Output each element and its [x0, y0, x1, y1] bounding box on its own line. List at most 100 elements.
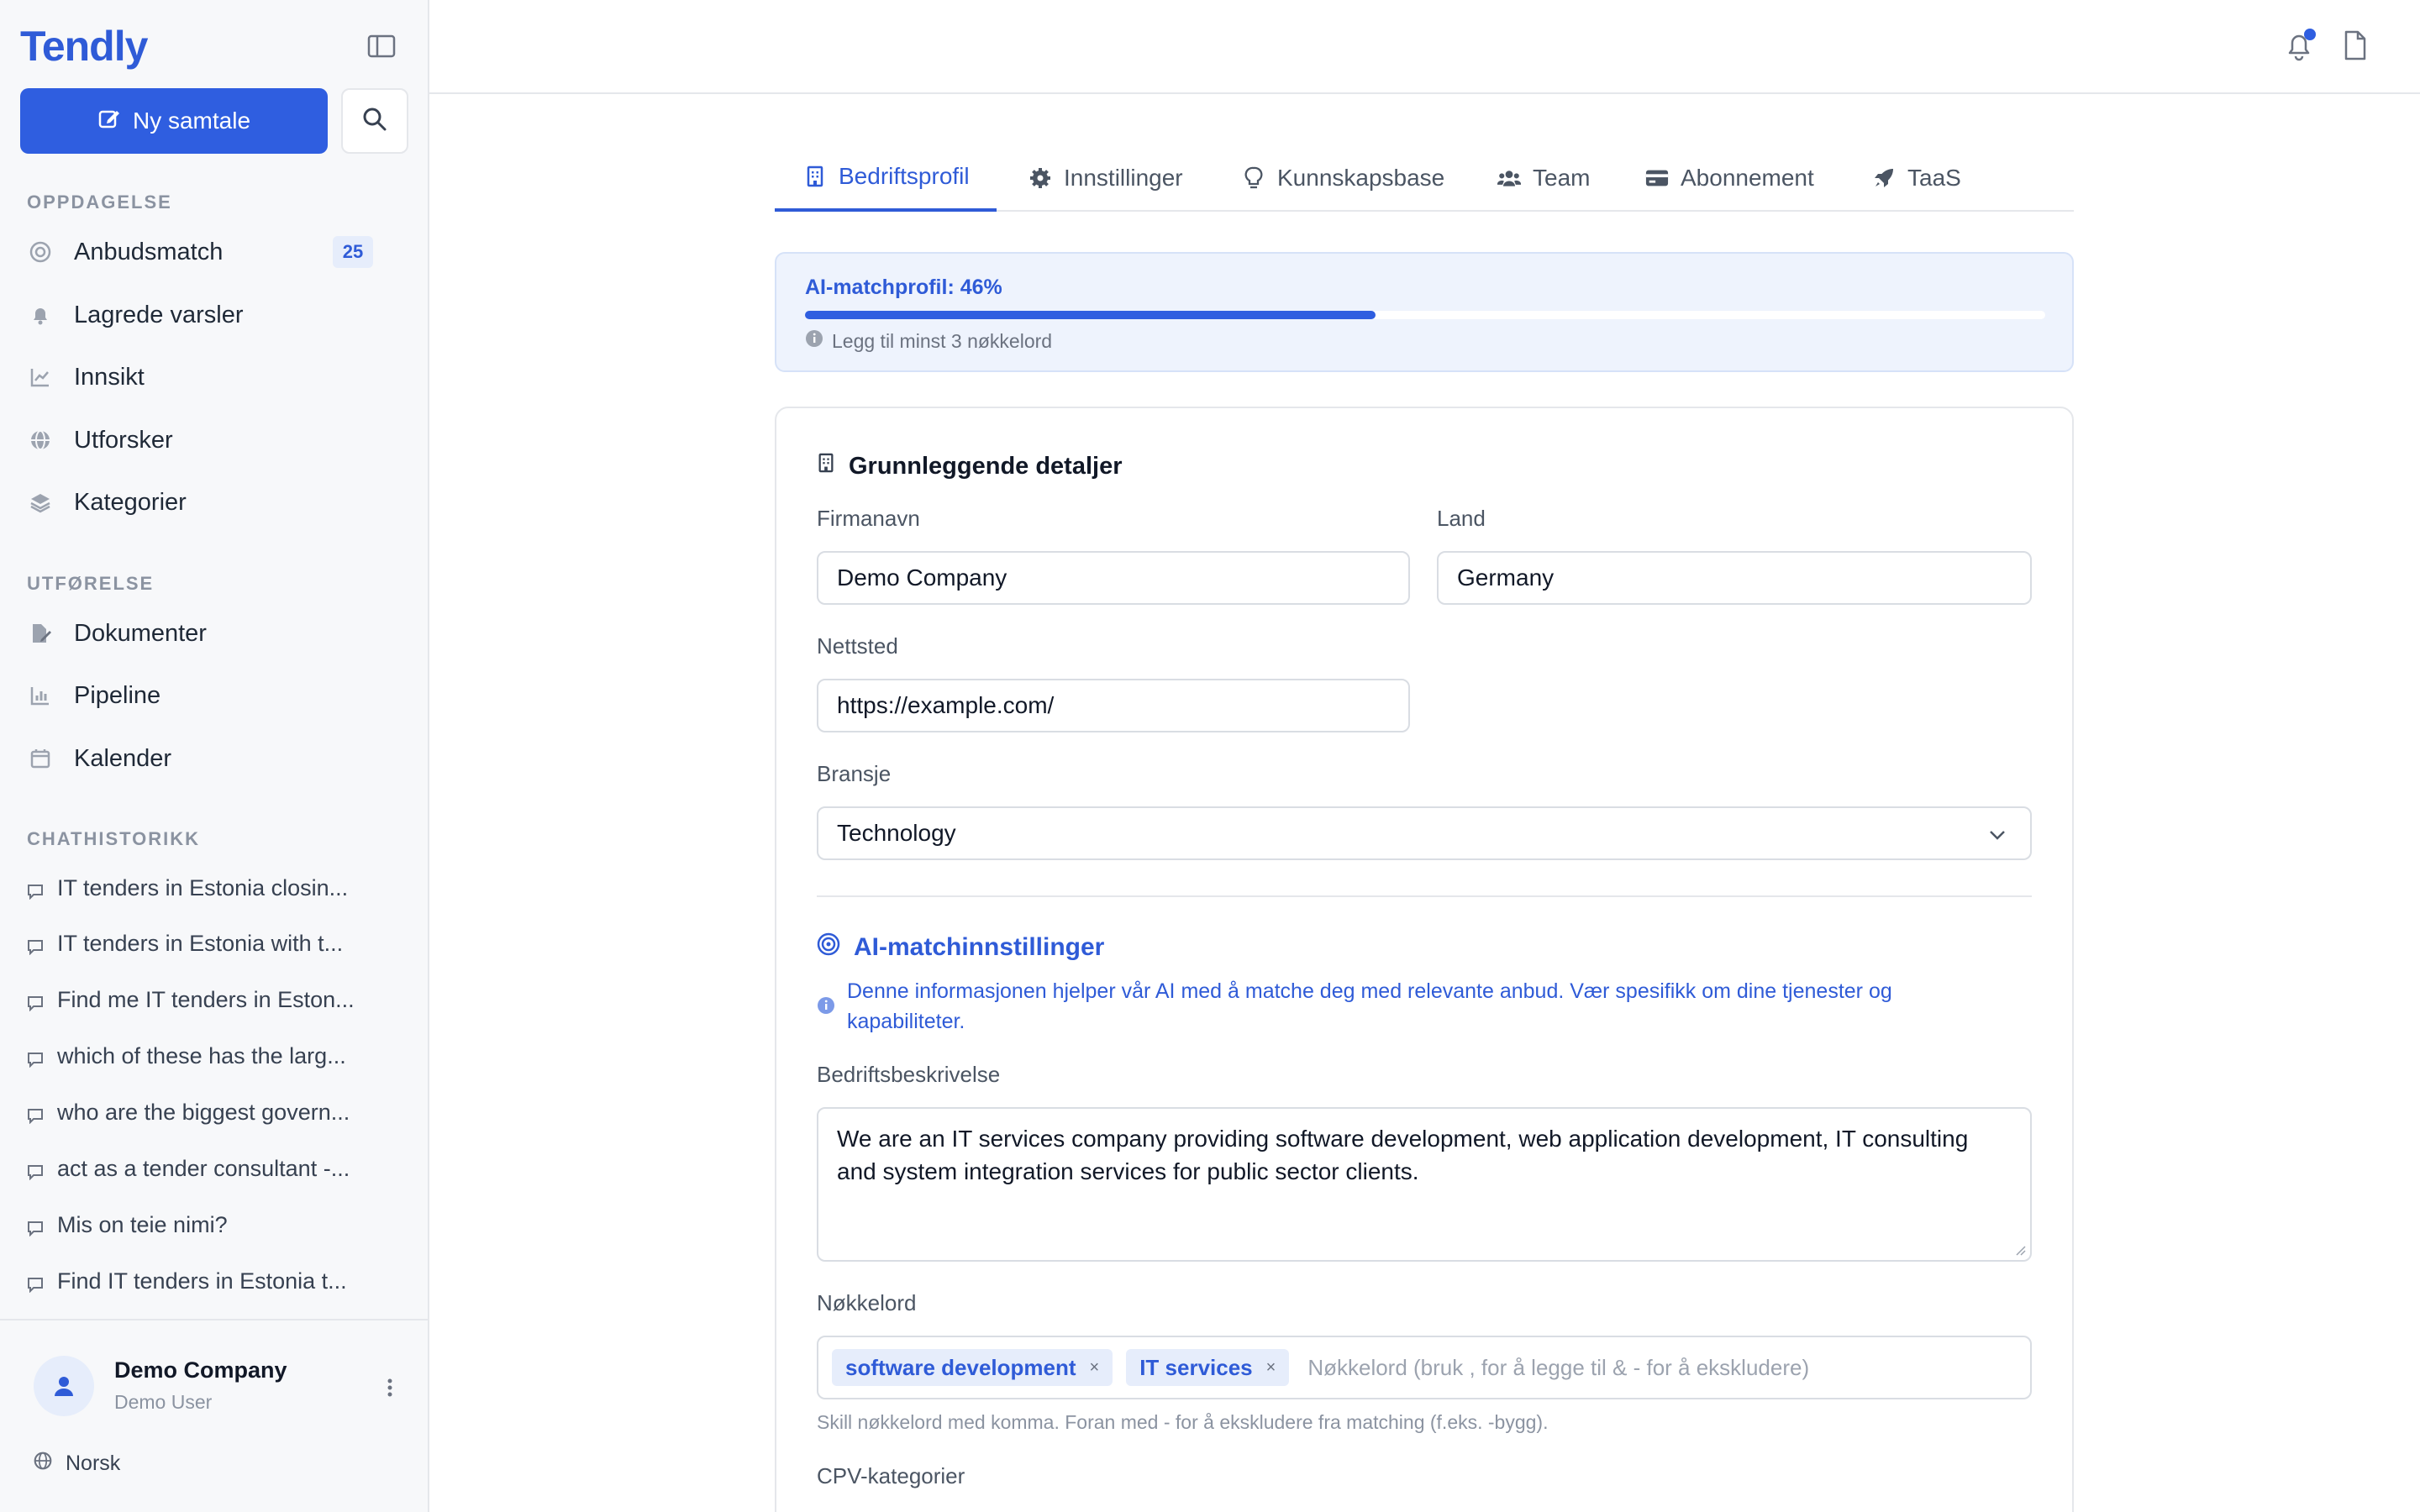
file-edit-icon: [27, 620, 54, 647]
sidebar-item-label: Dokumenter: [74, 619, 207, 647]
brand-logo[interactable]: Tendly: [20, 22, 148, 71]
message-icon: [27, 1104, 44, 1125]
chat-history-label: Find IT tenders in Estonia t...: [57, 1268, 347, 1294]
website-field[interactable]: https://example.com/: [817, 679, 1410, 732]
tab-label: TaaS: [1907, 165, 1961, 191]
keyword-chip: IT services ×: [1126, 1349, 1290, 1386]
keywords-label: Nøkkelord: [817, 1290, 917, 1315]
resize-handle-icon: [2016, 1246, 2026, 1256]
sidebar-item-dokumenter[interactable]: Dokumenter: [27, 610, 397, 657]
chat-history-item[interactable]: who are the biggest govern...: [27, 1091, 397, 1133]
calendar-icon: [27, 745, 54, 772]
ai-match-profile-panel: AI-matchprofil: 46% Legg til minst 3 nøk…: [775, 252, 2074, 372]
section-divider: [817, 895, 2032, 897]
chat-history-item[interactable]: Find me IT tenders in Eston...: [27, 979, 397, 1021]
sidebar-item-label: Anbudsmatch: [74, 238, 224, 265]
sidebar-item-label: Innsikt: [74, 363, 145, 391]
sidebar-item-innsikt[interactable]: Innsikt: [27, 354, 397, 401]
match-profile-hint-text: Legg til minst 3 nøkkelord: [832, 329, 1053, 352]
chat-history-item[interactable]: which of these has the larg...: [27, 1035, 397, 1077]
sidebar-item-label: Kalender: [74, 744, 172, 772]
bar-chart-icon: [27, 682, 54, 709]
message-icon: [27, 879, 44, 900]
avatar[interactable]: [34, 1356, 94, 1416]
chat-history-item[interactable]: Mis on teie nimi?: [27, 1204, 397, 1246]
chat-history-item[interactable]: Find IT tenders in Estonia t...: [27, 1260, 397, 1302]
line-chart-icon: [27, 364, 54, 391]
tab-abonnement[interactable]: Abonnement: [1645, 144, 1814, 212]
count-badge: 25: [333, 236, 373, 268]
company-profile-card: Grunnleggende detaljer Firmanavn Demo Co…: [775, 407, 2074, 1512]
industry-value: Technology: [837, 820, 956, 846]
search-icon: [362, 107, 387, 136]
account-name: Demo Company: [114, 1357, 287, 1383]
country-label: Land: [1437, 506, 1486, 531]
chevron-down-icon: [1988, 820, 2007, 847]
chat-history-label: IT tenders in Estonia closin...: [57, 874, 349, 900]
new-chat-label: Ny samtale: [132, 108, 251, 134]
search-button[interactable]: [341, 88, 408, 154]
new-chat-button[interactable]: Ny samtale: [20, 88, 328, 154]
sidebar-item-utforsker[interactable]: Utforsker: [27, 417, 397, 464]
company-description-textarea[interactable]: We are an IT services company providing …: [817, 1107, 2032, 1262]
lightbulb-icon: [1242, 166, 1265, 190]
chat-history-item[interactable]: IT tenders in Estonia with t...: [27, 922, 397, 964]
sidebar-item-pipeline[interactable]: Pipeline: [27, 672, 397, 719]
basic-details-heading: Grunnleggende detaljer: [817, 452, 1123, 480]
message-icon: [27, 1160, 44, 1181]
chat-history-label: IT tenders in Estonia with t...: [57, 930, 344, 956]
tab-label: Kunnskapsbase: [1277, 165, 1445, 191]
sidebar-item-anbudsmatch[interactable]: Anbudsmatch 25: [27, 228, 397, 276]
users-icon: [1497, 166, 1521, 190]
globe-icon: [34, 1452, 52, 1476]
tab-bedriftsprofil[interactable]: Bedriftsprofil: [775, 144, 997, 212]
chat-history-label: act as a tender consultant -...: [57, 1155, 350, 1181]
keywords-placeholder[interactable]: Nøkkelord (bruk , for å legge til & - fo…: [1307, 1355, 1809, 1381]
company-name-label: Firmanavn: [817, 506, 920, 531]
tab-team[interactable]: Team: [1497, 144, 1590, 212]
section-label-discovery: OPPDAGELSE: [27, 192, 172, 213]
chat-history-label: which of these has the larg...: [57, 1042, 346, 1068]
tab-kunnskapsbase[interactable]: Kunnskapsbase: [1242, 144, 1444, 212]
globe-icon: [27, 427, 54, 454]
sidebar-item-lagrede-varsler[interactable]: Lagrede varsler: [27, 291, 397, 339]
building-icon: [817, 452, 835, 480]
ai-settings-info-text: Denne informasjonen hjelper vår AI med å…: [847, 979, 1892, 1033]
remove-keyword-icon[interactable]: ×: [1090, 1358, 1100, 1378]
user-icon: [55, 1377, 73, 1396]
message-icon: [27, 1047, 44, 1068]
section-label-history: CHATHISTORIKK: [27, 828, 201, 849]
language-selector[interactable]: Norsk: [34, 1452, 120, 1476]
layers-icon: [27, 489, 54, 516]
industry-select[interactable]: Technology: [817, 806, 2032, 860]
match-profile-hint: Legg til minst 3 nøkkelord: [805, 329, 1052, 353]
document-icon[interactable]: [2343, 30, 2371, 62]
message-icon: [27, 1273, 44, 1294]
chat-history-label: Find me IT tenders in Eston...: [57, 986, 355, 1012]
sidebar-toggle-icon[interactable]: [365, 32, 398, 60]
ai-settings-heading: AI-matchinnstillinger: [817, 932, 1104, 963]
tab-taas[interactable]: TaaS: [1872, 144, 1961, 212]
tab-label: Innstillinger: [1064, 165, 1183, 191]
more-vertical-icon[interactable]: [381, 1371, 398, 1404]
sidebar-item-kalender[interactable]: Kalender: [27, 735, 397, 782]
chat-history-item[interactable]: IT tenders in Estonia closin...: [27, 867, 397, 909]
target-icon: [27, 239, 54, 265]
ai-settings-info: Denne informasjonen hjelper vår AI med å…: [817, 976, 2010, 1037]
edit-icon: [97, 107, 121, 136]
company-name-field[interactable]: Demo Company: [817, 551, 1410, 605]
keywords-input[interactable]: software development × IT services × Nøk…: [817, 1336, 2032, 1399]
match-profile-title: AI-matchprofil: 46%: [805, 276, 1002, 299]
basic-details-title: Grunnleggende detaljer: [849, 452, 1123, 480]
remove-keyword-icon[interactable]: ×: [1266, 1358, 1276, 1378]
sidebar-item-kategorier[interactable]: Kategorier: [27, 479, 397, 526]
language-label: Norsk: [66, 1452, 121, 1475]
sidebar-item-label: Pipeline: [74, 681, 161, 709]
account-user: Demo User: [114, 1391, 213, 1413]
chat-history-label: who are the biggest govern...: [57, 1099, 350, 1125]
keyword-chip: software development ×: [832, 1349, 1113, 1386]
website-label: Nettsted: [817, 633, 898, 659]
chat-history-item[interactable]: act as a tender consultant -...: [27, 1147, 397, 1189]
country-field[interactable]: Germany: [1437, 551, 2032, 605]
tab-innstillinger[interactable]: Innstillinger: [1028, 144, 1183, 212]
